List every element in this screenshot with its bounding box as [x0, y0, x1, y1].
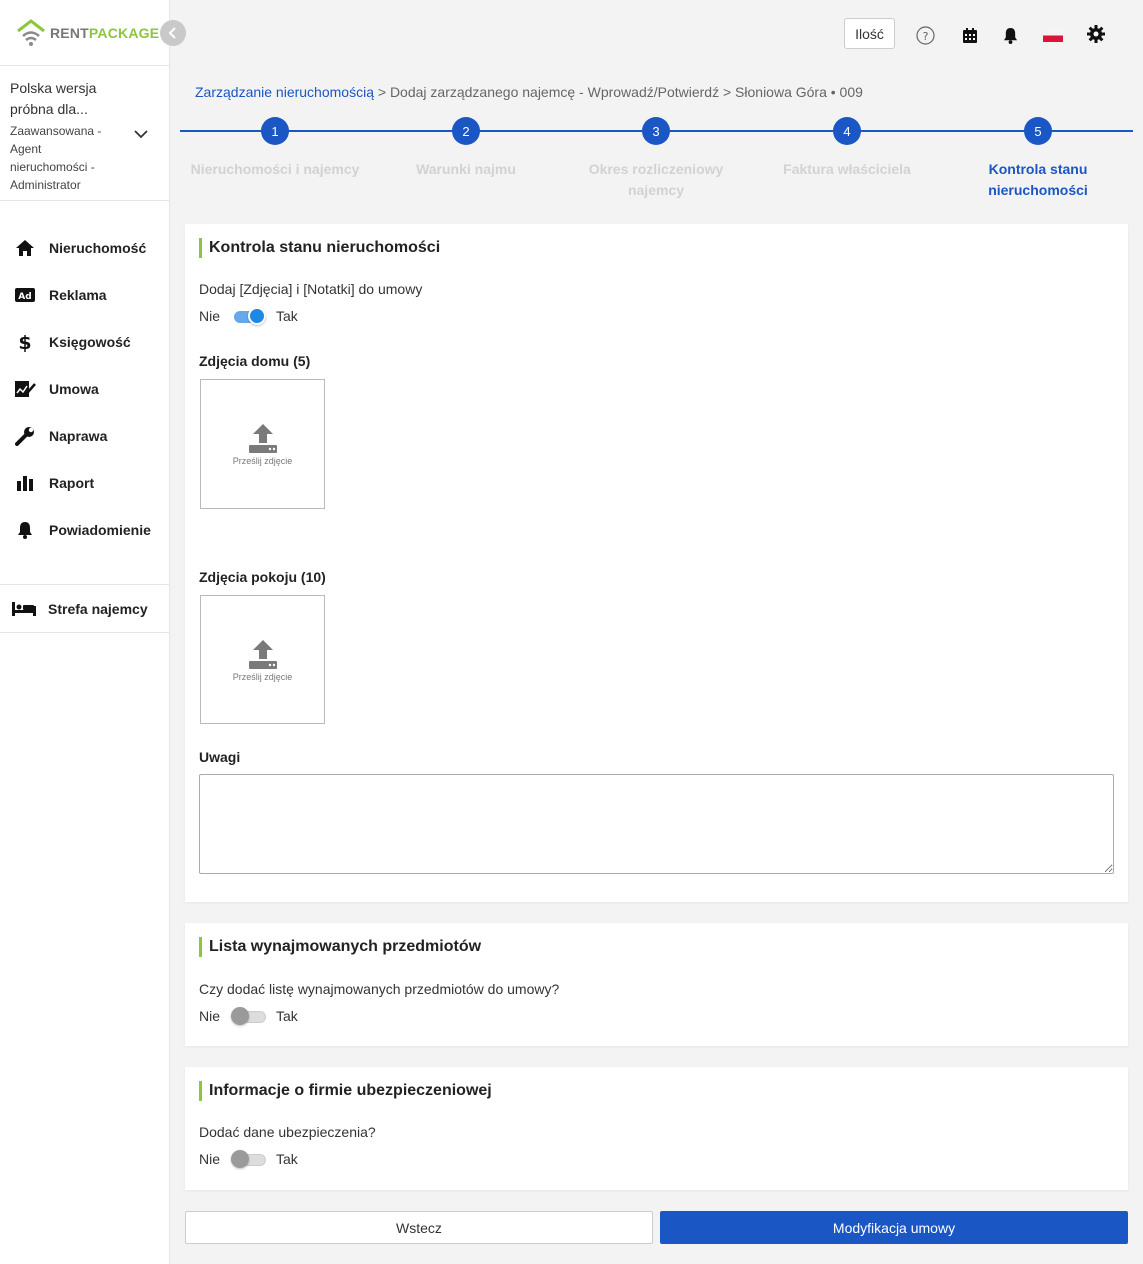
svg-text:$: $ — [18, 332, 31, 352]
bed-icon — [12, 601, 36, 616]
collapse-sidebar-button[interactable] — [160, 20, 186, 46]
rented-items-toggle[interactable] — [231, 1007, 267, 1025]
sidebar-item-accounting[interactable]: $ Księgowość — [0, 318, 170, 365]
insurance-card: Informacje o firmie ubezpieczeniowej Dod… — [185, 1067, 1128, 1190]
back-button[interactable]: Wstecz — [185, 1211, 653, 1244]
upload-label: Prześlij zdjęcie — [232, 456, 293, 466]
polish-flag-icon[interactable] — [1042, 25, 1064, 45]
inspection-card: Kontrola stanu nieruchomości Dodaj [Zdję… — [185, 224, 1128, 902]
dollar-icon: $ — [14, 331, 36, 353]
room-photos-label: Zdjęcia pokoju (10) — [199, 569, 326, 585]
breadcrumb-trail: > Dodaj zarządzanego najemcę - Wprowadź/… — [373, 84, 863, 100]
sidebar-item-repair[interactable]: Naprawa — [0, 412, 170, 459]
home-icon — [14, 237, 36, 259]
step-number: 2 — [452, 117, 480, 145]
house-photos-label: Zdjęcia domu (5) — [199, 353, 311, 369]
toggle-no-label: Nie — [199, 1151, 221, 1167]
account-role: Zaawansowana - Agent nieruchomości - Adm… — [10, 124, 102, 192]
insurance-toggle-row: Nie Tak — [199, 1150, 298, 1168]
step-label: Nieruchomości i najemcy — [190, 161, 360, 177]
step-5[interactable]: 5 Kontrola stanu nieruchomości — [943, 117, 1133, 201]
step-number: 5 — [1024, 117, 1052, 145]
svg-text:Ad: Ad — [18, 292, 31, 302]
logo-text: RENTPACKAGE — [50, 25, 160, 41]
bell-icon — [14, 519, 36, 541]
ad-icon: Ad — [14, 284, 36, 306]
step-4[interactable]: 4 Faktura właściciela — [752, 117, 942, 180]
wrench-icon — [14, 425, 36, 447]
toggle-no-label: Nie — [199, 308, 221, 324]
sidebar-item-property[interactable]: Nieruchomość — [0, 224, 170, 271]
sidebar: RENTPACKAGE Polska wersja próbna dla... … — [0, 0, 170, 1264]
sidebar-item-label: Naprawa — [49, 427, 108, 444]
insurance-toggle[interactable] — [231, 1150, 267, 1168]
insurance-question: Dodać dane ubezpieczenia? — [199, 1124, 376, 1140]
sidebar-item-label: Umowa — [49, 380, 99, 397]
sidebar-item-label: Raport — [49, 474, 95, 491]
help-icon[interactable]: ? — [915, 25, 935, 45]
breadcrumb: Zarządzanie nieruchomością > Dodaj zarzą… — [195, 84, 863, 100]
step-number: 3 — [642, 117, 670, 145]
sidebar-item-label: Księgowość — [49, 333, 131, 350]
room-photo-upload[interactable]: Prześlij zdjęcie — [200, 595, 325, 724]
step-label: Warunki najmu — [416, 161, 516, 177]
sidebar-item-report[interactable]: Raport — [0, 459, 170, 506]
sidebar-nav: Nieruchomość Ad Reklama $ Księgowość Umo… — [0, 224, 170, 553]
breadcrumb-link-property-management[interactable]: Zarządzanie nieruchomością — [195, 84, 374, 100]
modify-contract-button[interactable]: Modyfikacja umowy — [660, 1211, 1128, 1244]
gear-icon[interactable] — [1086, 24, 1106, 44]
account-switcher[interactable]: Polska wersja próbna dla... Zaawansowana… — [0, 65, 170, 201]
bell-icon[interactable] — [1000, 25, 1020, 45]
bar-chart-icon — [14, 472, 36, 494]
section-title: Lista wynajmowanych przedmiotów — [199, 937, 481, 957]
account-name: Polska wersja próbna dla... — [10, 80, 97, 117]
upload-icon — [248, 639, 277, 669]
toggle-yes-label: Tak — [276, 1151, 298, 1167]
step-label: Okres rozliczeniowy najemcy — [588, 161, 724, 198]
toggle-yes-label: Tak — [276, 308, 298, 324]
toggle-yes-label: Tak — [276, 1008, 298, 1024]
inspection-question: Dodaj [Zdjęcia] i [Notatki] do umowy — [199, 281, 423, 297]
calendar-icon[interactable] — [960, 25, 980, 45]
notes-label: Uwagi — [199, 749, 241, 765]
logo[interactable]: RENTPACKAGE — [16, 18, 159, 48]
notes-textarea[interactable] — [199, 774, 1114, 874]
rented-items-question: Czy dodać listę wynajmowanych przedmiotó… — [199, 981, 560, 997]
sidebar-item-notifications[interactable]: Powiadomienie — [0, 506, 170, 553]
upload-icon — [248, 424, 277, 453]
sidebar-item-label: Reklama — [49, 286, 107, 303]
chevron-left-icon — [168, 27, 176, 39]
toggle-no-label: Nie — [199, 1008, 221, 1024]
step-3[interactable]: 3 Okres rozliczeniowy najemcy — [561, 117, 751, 201]
chevron-down-icon[interactable] — [134, 126, 148, 144]
sidebar-item-ads[interactable]: Ad Reklama — [0, 271, 170, 318]
inspection-toggle-row: Nie Tak — [199, 307, 298, 325]
house-photo-upload[interactable]: Prześlij zdjęcie — [200, 379, 325, 509]
inspection-toggle[interactable] — [231, 307, 267, 325]
step-number: 1 — [261, 117, 289, 145]
logo-icon — [17, 19, 45, 46]
step-1[interactable]: 1 Nieruchomości i najemcy — [180, 117, 370, 180]
step-2[interactable]: 2 Warunki najmu — [371, 117, 561, 180]
section-title: Kontrola stanu nieruchomości — [199, 238, 440, 258]
sidebar-item-contract[interactable]: Umowa — [0, 365, 170, 412]
topbar: Ilość ? — [170, 0, 1143, 66]
progress-stepper: 1 Nieruchomości i najemcy 2 Warunki najm… — [180, 117, 1133, 207]
rented-items-card: Lista wynajmowanych przedmiotów Czy doda… — [185, 923, 1128, 1046]
rented-items-toggle-row: Nie Tak — [199, 1007, 298, 1025]
quantity-button[interactable]: Ilość — [844, 18, 895, 49]
section-title: Informacje o firmie ubezpieczeniowej — [199, 1081, 492, 1101]
svg-text:?: ? — [922, 30, 928, 43]
contract-icon — [14, 378, 36, 400]
step-label: Kontrola stanu nieruchomości — [988, 161, 1088, 198]
upload-label: Prześlij zdjęcie — [232, 671, 293, 682]
sidebar-item-label: Strefa najemcy — [48, 600, 148, 617]
sidebar-item-label: Powiadomienie — [49, 521, 151, 538]
sidebar-item-label: Nieruchomość — [49, 239, 147, 256]
step-number: 4 — [833, 117, 861, 145]
sidebar-item-tenant-zone[interactable]: Strefa najemcy — [0, 584, 170, 633]
step-label: Faktura właściciela — [783, 161, 911, 177]
